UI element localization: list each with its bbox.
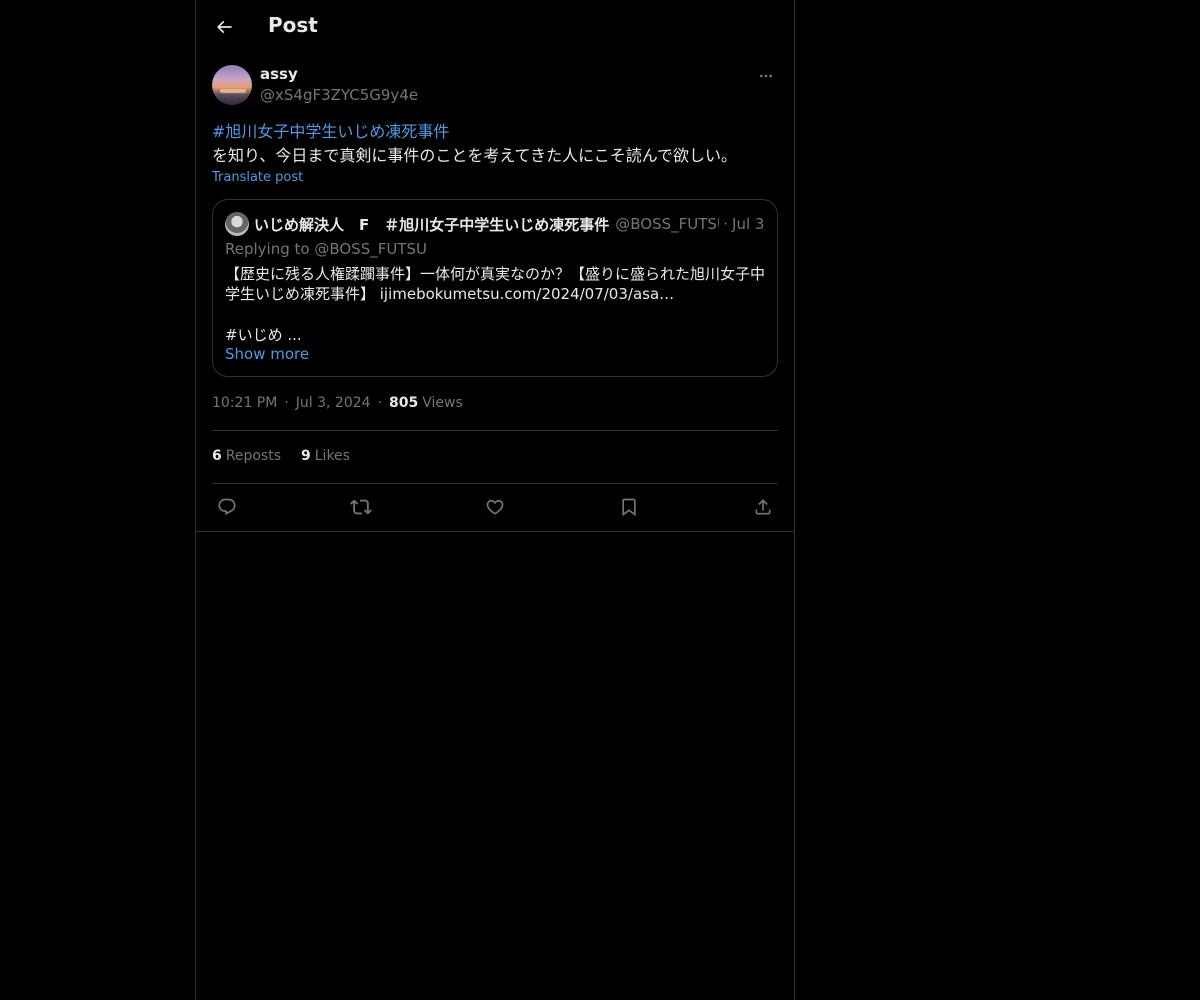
page-title: Post xyxy=(268,13,318,37)
post-meta: 10:21 PM · Jul 3, 2024 · 805 Views xyxy=(212,395,463,411)
views-count: 805 xyxy=(389,395,419,411)
like-button[interactable] xyxy=(480,493,510,521)
views-label: Views xyxy=(422,395,463,411)
post-date[interactable]: Jul 3, 2024 xyxy=(296,395,371,411)
more-button[interactable] xyxy=(754,65,778,87)
post-time[interactable]: 10:21 PM xyxy=(212,395,277,411)
meta-separator: · xyxy=(284,395,289,411)
quoted-date: Jul 3 xyxy=(732,215,765,233)
meta-separator: · xyxy=(377,395,383,411)
reply-icon xyxy=(217,497,237,517)
bookmark-button[interactable] xyxy=(614,493,644,521)
likes-stat[interactable]: 9 Likes xyxy=(301,448,350,464)
quoted-body-line: 学生いじめ凍死事件】 ijimebokumetsu.com/2024/07/03… xyxy=(225,285,675,303)
reply-button[interactable] xyxy=(212,493,242,521)
quoted-post[interactable]: いじめ解決人 F ＃旭川女子中学生いじめ凍死事件 @BOSS_FUTSU · J… xyxy=(212,199,778,377)
divider xyxy=(212,430,778,431)
divider xyxy=(196,531,794,532)
arrow-left-icon xyxy=(214,17,234,37)
heart-icon xyxy=(485,497,505,517)
quoted-post-header: いじめ解決人 F ＃旭川女子中学生いじめ凍死事件 @BOSS_FUTSU · J… xyxy=(225,212,765,236)
quoted-replying-to: Replying to @BOSS_FUTSU xyxy=(225,240,427,258)
post-author: assy @xS4gF3ZYC5G9y4e xyxy=(212,65,778,107)
quoted-body-line: 【歴史に残る人権蹂躙事件】一体何が真実なのか？【盛りに盛られた旭川女子中 xyxy=(225,265,766,283)
quoted-separator: · xyxy=(723,215,729,233)
repost-button[interactable] xyxy=(346,493,376,521)
avatar[interactable] xyxy=(212,65,252,105)
quoted-handle: @BOSS_FUTSU xyxy=(615,215,720,233)
header: Post xyxy=(196,0,794,54)
quoted-body: 【歴史に残る人権蹂躙事件】一体何が真実なのか？【盛りに盛られた旭川女子中 学生い… xyxy=(225,264,770,304)
bookmark-icon xyxy=(619,497,639,517)
share-icon xyxy=(753,497,773,517)
back-button[interactable] xyxy=(208,11,240,43)
author-display-name[interactable]: assy xyxy=(260,65,298,83)
translate-post-link[interactable]: Translate post xyxy=(212,170,303,185)
more-icon xyxy=(758,68,774,84)
likes-count: 9 xyxy=(301,448,311,464)
engagement-stats: 6 Reposts 9 Likes xyxy=(212,448,370,464)
share-button[interactable] xyxy=(748,493,778,521)
likes-label: Likes xyxy=(314,448,350,464)
quoted-avatar xyxy=(225,212,249,236)
author-handle[interactable]: @xS4gF3ZYC5G9y4e xyxy=(260,86,418,104)
divider xyxy=(212,483,778,484)
reposts-count: 6 xyxy=(212,448,222,464)
hashtag-link[interactable]: #旭川女子中学生いじめ凍死事件 xyxy=(212,120,778,144)
reposts-label: Reposts xyxy=(225,448,281,464)
action-bar xyxy=(212,493,778,521)
show-more-link[interactable]: Show more xyxy=(225,345,309,363)
quoted-display-name: いじめ解決人 F ＃旭川女子中学生いじめ凍死事件 xyxy=(254,215,610,234)
main-column: Post assy @xS4gF3ZYC5G9y4e #旭川女子中学生いじめ凍死… xyxy=(195,0,795,1000)
post-text: #旭川女子中学生いじめ凍死事件 を知り、今日まで真剣に事件のことを考えてきた人に… xyxy=(212,120,778,168)
reposts-stat[interactable]: 6 Reposts xyxy=(212,448,281,464)
post-body: を知り、今日まで真剣に事件のことを考えてきた人にこそ読んで欲しい。 xyxy=(212,146,737,165)
quoted-hashtag: #いじめ ... xyxy=(225,326,302,344)
repost-icon xyxy=(350,496,372,518)
